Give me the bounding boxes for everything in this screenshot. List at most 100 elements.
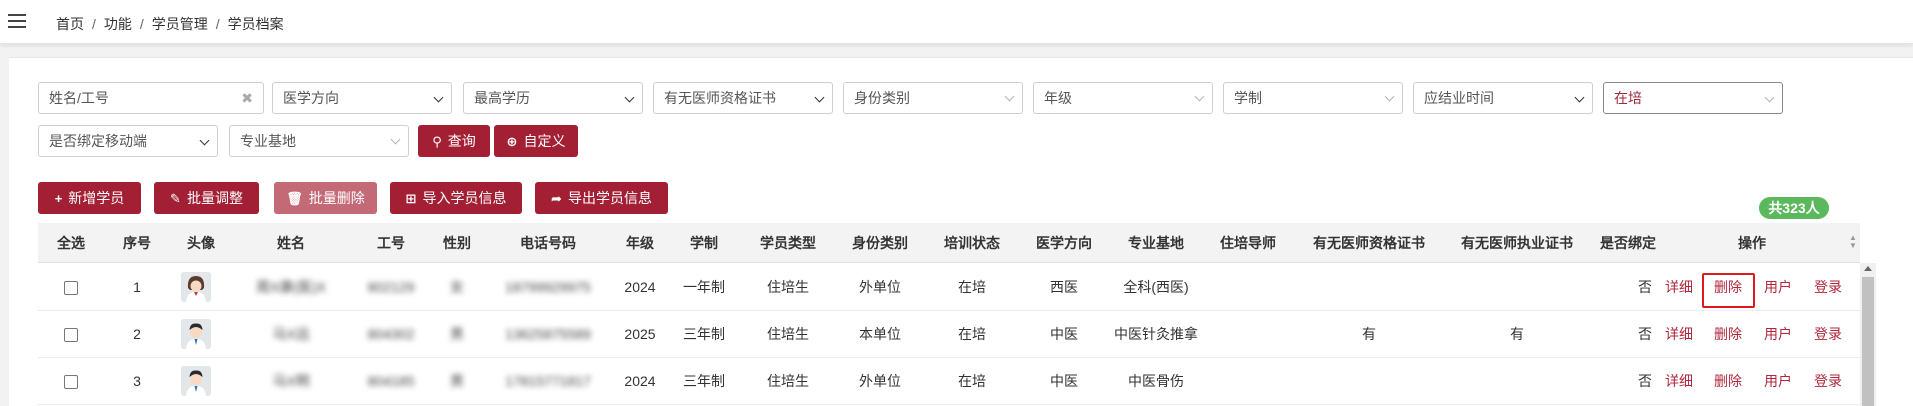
hamburger-menu-icon[interactable]: [8, 14, 26, 28]
chevron-down-icon: [1194, 91, 1205, 102]
col-actions: 操作: [1738, 235, 1766, 251]
col-select-all[interactable]: 全选: [38, 223, 104, 263]
practice-cert: [1444, 264, 1590, 311]
col-mentor: 住培导师: [1220, 235, 1276, 251]
student-duration: 一年制: [683, 279, 725, 295]
female-avatar-icon: [181, 272, 211, 302]
import-students-button[interactable]: ⊞ 导入学员信息: [390, 182, 522, 214]
chevron-down-icon: [1764, 92, 1775, 103]
top-bar: 首页 / 功能 / 学员管理 / 学员档案: [0, 0, 1913, 44]
mobile-binding-select[interactable]: 是否绑定移动端: [38, 125, 218, 157]
professional-base-select[interactable]: 专业基地: [229, 125, 409, 157]
login-link[interactable]: 登录: [1814, 264, 1842, 311]
chevron-down-icon: [1574, 92, 1585, 103]
training-status: 在培: [958, 373, 986, 389]
user-link[interactable]: 用户: [1764, 311, 1792, 358]
student-id: 804302: [367, 326, 415, 342]
student-grade: 2024: [624, 279, 656, 295]
delete-link[interactable]: 删除: [1714, 311, 1742, 358]
chevron-down-icon: [433, 92, 444, 103]
scrollbar-thumb[interactable]: [1862, 277, 1874, 406]
delete-highlight-box: [1702, 273, 1755, 308]
col-identity: 身份类别: [852, 235, 908, 251]
row-checkbox[interactable]: [64, 375, 78, 389]
col-base: 专业基地: [1128, 235, 1184, 251]
batch-adjust-button[interactable]: ✎ 批量调整: [154, 182, 259, 214]
row-index: 2: [133, 326, 141, 342]
chevron-down-icon: [199, 135, 210, 146]
detail-link[interactable]: 详细: [1665, 358, 1693, 405]
query-button[interactable]: ⚲ 查询: [418, 125, 490, 157]
col-practice-cert: 有无医师执业证书: [1461, 235, 1573, 251]
table-header: 全选 序号 头像 姓名 工号 性别 电话号码 年级 学制 学员类型 身份类别 培…: [38, 223, 1860, 263]
batch-delete-button[interactable]: 🗑 批量删除: [274, 182, 377, 214]
professional-base: 全科(西医): [1123, 279, 1189, 295]
col-duration: 学制: [690, 235, 718, 251]
col-gender: 性别: [443, 235, 471, 251]
zoom-search-icon: ⊕: [506, 134, 518, 149]
col-avatar: 头像: [187, 235, 215, 251]
detail-link[interactable]: 详细: [1665, 264, 1693, 311]
student-grade: 2024: [624, 373, 656, 389]
practice-cert: [1444, 358, 1590, 405]
chevron-down-icon: [1004, 91, 1015, 102]
search-icon: ⚲: [432, 134, 442, 149]
sort-icon[interactable]: ▲ ▼: [1849, 234, 1857, 250]
edit-icon: ✎: [170, 191, 181, 206]
male-avatar-icon: [181, 319, 211, 349]
table-row: 2 马X远 804302 男 13625875589 2025 三年制 住培生 …: [38, 311, 1860, 358]
row-checkbox[interactable]: [64, 328, 78, 342]
name-search-input[interactable]: 姓名/工号 ✖: [38, 82, 264, 114]
col-training-status: 培训状态: [944, 235, 1000, 251]
mobile-bound: 否: [1638, 373, 1652, 389]
row-checkbox[interactable]: [64, 281, 78, 295]
col-id: 工号: [377, 235, 405, 251]
qualification-cert: [1294, 358, 1444, 405]
professional-base: 中医骨伤: [1128, 373, 1184, 389]
breadcrumb-home[interactable]: 首页: [56, 16, 84, 32]
education-select[interactable]: 最高学历: [463, 82, 643, 114]
table-row: 1 周X康(医)X 802129 女 18799929975 2024 一年制 …: [38, 264, 1860, 311]
file-import-icon: ⊞: [405, 191, 417, 206]
mentor: [1202, 358, 1294, 405]
medical-direction: 中医: [1050, 373, 1078, 389]
identity-type-select[interactable]: 身份类别: [843, 82, 1023, 114]
practice-cert: 有: [1510, 326, 1524, 342]
custom-button[interactable]: ⊕ 自定义: [494, 125, 578, 157]
chevron-down-icon: [624, 92, 635, 103]
clear-icon[interactable]: ✖: [241, 83, 253, 113]
scroll-up-icon[interactable]: [1864, 266, 1872, 271]
login-link[interactable]: 登录: [1814, 358, 1842, 405]
training-status-select[interactable]: 在培: [1603, 82, 1783, 114]
student-gender: 男: [450, 326, 464, 342]
breadcrumb-student-management[interactable]: 学员管理: [152, 16, 208, 32]
breadcrumb-function[interactable]: 功能: [104, 16, 132, 32]
detail-link[interactable]: 详细: [1665, 311, 1693, 358]
add-student-button[interactable]: + 新增学员: [38, 182, 141, 214]
col-phone: 电话号码: [520, 235, 576, 251]
delete-link[interactable]: 删除: [1714, 358, 1742, 405]
plus-icon: +: [54, 191, 63, 206]
user-link[interactable]: 用户: [1764, 264, 1792, 311]
table-scrollbar[interactable]: [1860, 263, 1876, 406]
graduation-time-select[interactable]: 应结业时间: [1413, 82, 1593, 114]
login-link[interactable]: 登录: [1814, 311, 1842, 358]
medical-direction-select[interactable]: 医学方向: [272, 82, 452, 114]
duration-select[interactable]: 学制: [1223, 82, 1403, 114]
user-link[interactable]: 用户: [1764, 358, 1792, 405]
medical-direction: 西医: [1050, 279, 1078, 295]
chevron-down-icon: [1384, 91, 1395, 102]
export-students-button[interactable]: ➦ 导出学员信息: [535, 182, 668, 214]
col-student-type: 学员类型: [760, 235, 816, 251]
col-name: 姓名: [277, 235, 305, 251]
mentor: [1202, 311, 1294, 358]
doctor-cert-select[interactable]: 有无医师资格证书: [653, 82, 833, 114]
student-gender: 男: [450, 373, 464, 389]
student-name: 周X康(医)X: [256, 279, 326, 295]
col-mobile-bound: 是否绑定: [1600, 235, 1656, 251]
share-icon: ➦: [551, 191, 562, 206]
student-name: 马X明: [272, 373, 310, 389]
male-avatar-icon: [181, 366, 211, 396]
grade-select[interactable]: 年级: [1033, 82, 1213, 114]
trash-icon: 🗑: [286, 191, 303, 206]
